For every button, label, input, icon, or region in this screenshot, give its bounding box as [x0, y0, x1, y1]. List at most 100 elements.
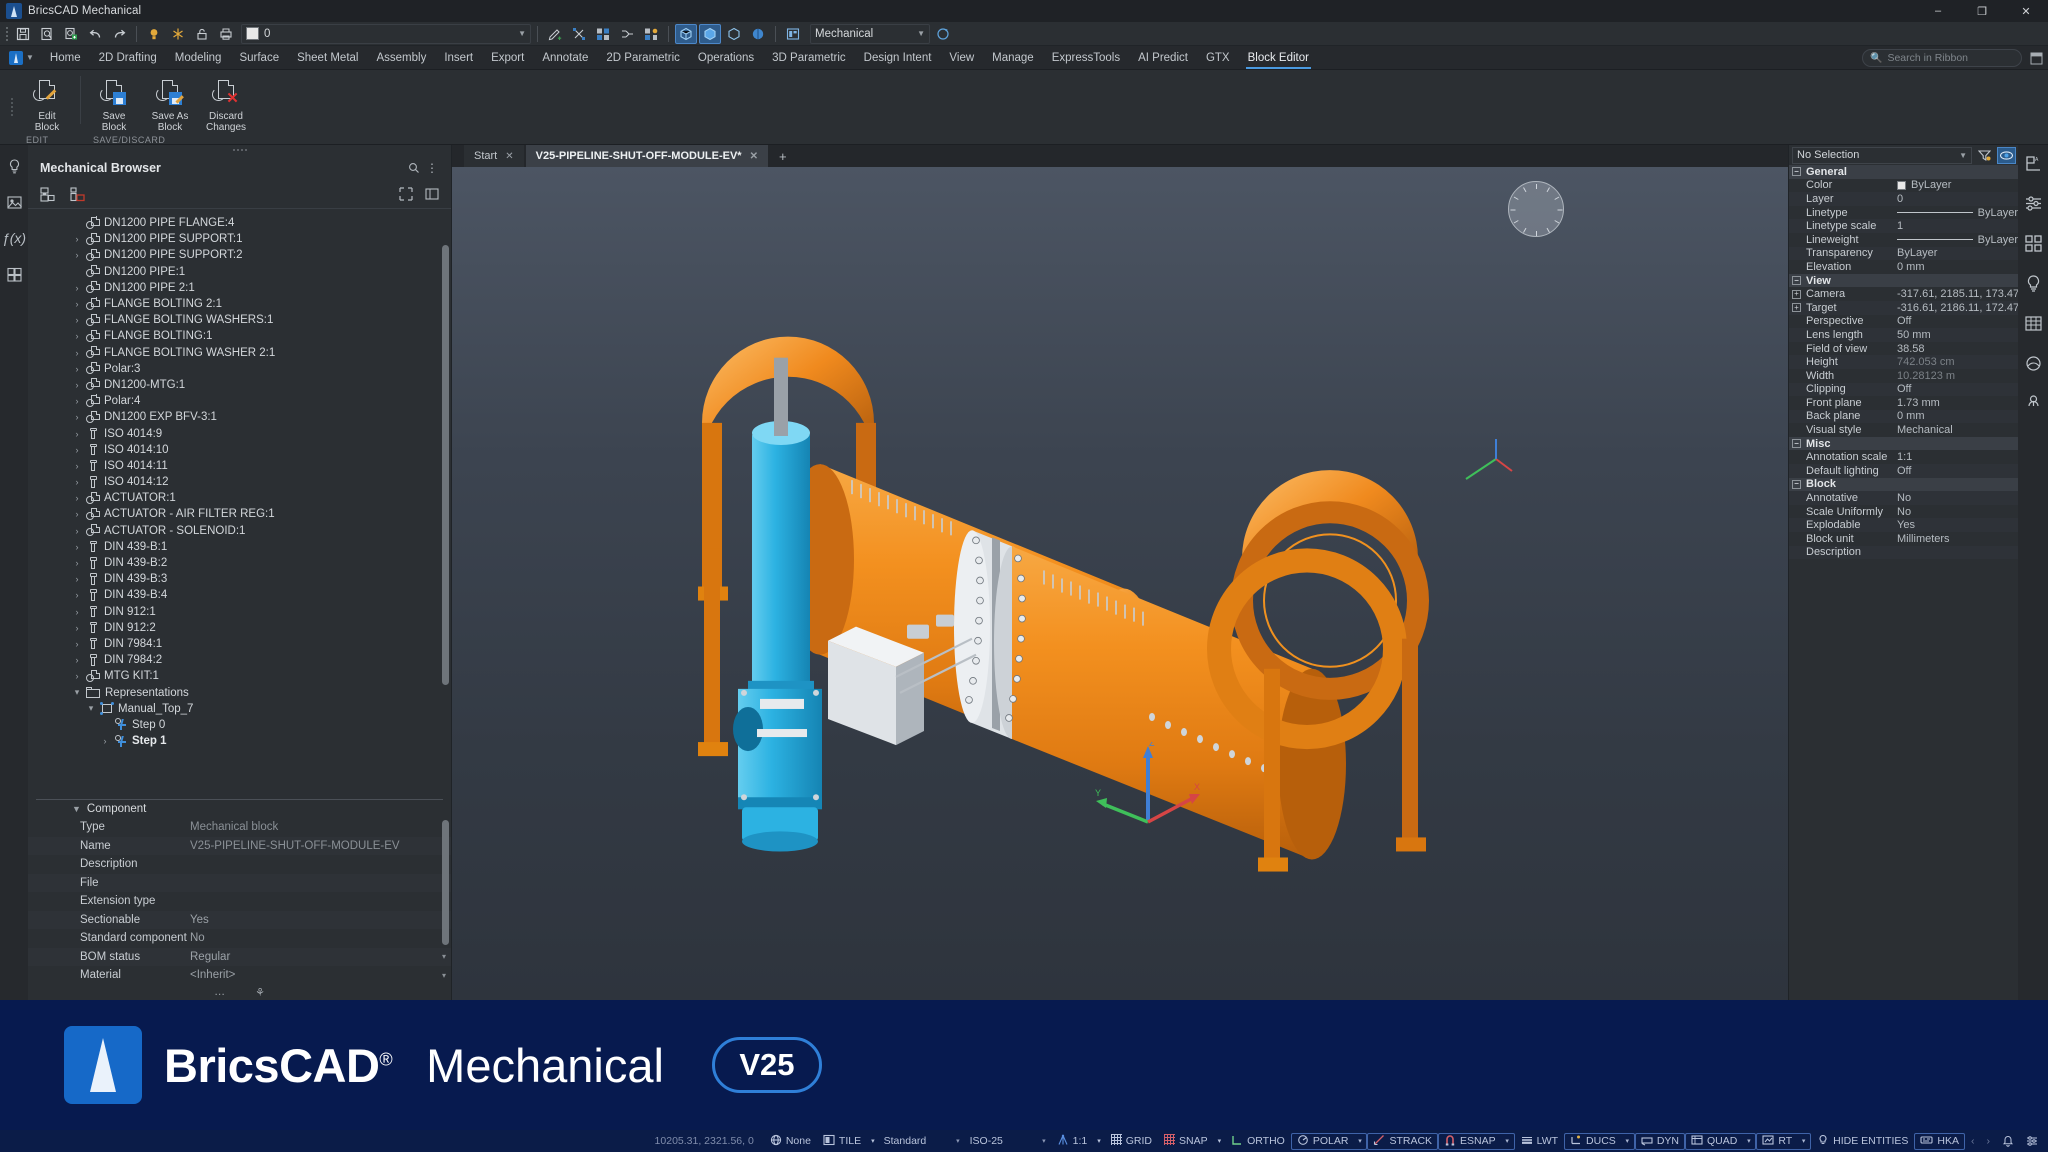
property-row[interactable]: Perspective Off [1789, 315, 2018, 329]
status-item-tile[interactable]: TILE ▾ [817, 1133, 879, 1150]
status-item-standard[interactable]: Standard ▾ [879, 1133, 965, 1150]
publish-icon[interactable] [60, 24, 82, 44]
status-coordinates[interactable]: 10205.31, 2321.56, 0 [645, 1135, 764, 1147]
chevron-down-icon[interactable]: ▾ [956, 1137, 960, 1145]
status-item-dyn[interactable]: DYN [1634, 1132, 1685, 1150]
chevron-right-icon[interactable]: › [72, 509, 82, 519]
ribbon-tab-assembly[interactable]: Assembly [367, 46, 435, 69]
property-value[interactable]: Millimeters [1893, 533, 2018, 545]
chevron-down-icon[interactable]: ▾ [1093, 1133, 1105, 1150]
tree-item[interactable]: › DN1200 EXP BFV-3:1 [28, 409, 451, 425]
chevron-right-icon[interactable]: › [72, 283, 82, 293]
status-item-iso-25[interactable]: ISO-25 ▾ [965, 1133, 1051, 1150]
tree-item[interactable]: › DN1200-MTG:1 [28, 377, 451, 393]
ribbon-minimize-button[interactable] [2028, 50, 2044, 66]
chevron-right-icon[interactable]: › [72, 234, 82, 244]
property-value[interactable]: Mechanical [1893, 424, 2018, 436]
property-row[interactable]: Field of view 38.58 [1789, 342, 2018, 356]
collapse-icon[interactable]: − [1792, 167, 1801, 177]
status-item-strack[interactable]: STRACK [1367, 1132, 1439, 1150]
workspace-icon[interactable] [782, 24, 804, 44]
ribbon-tab-operations[interactable]: Operations [689, 46, 763, 69]
tree-scrollbar[interactable] [442, 245, 449, 685]
workspace-selector[interactable]: Mechanical ▼ [810, 23, 930, 44]
chevron-down-icon[interactable]: ▾ [1042, 1137, 1046, 1145]
ribbon-tab-sheet-metal[interactable]: Sheet Metal [288, 46, 367, 69]
new-document-tab-button[interactable]: + [770, 145, 796, 167]
toolbar-grip[interactable] [4, 26, 10, 42]
settings-sliders-icon[interactable] [2021, 191, 2045, 215]
component-property-row[interactable]: SectionableYes▾ [28, 910, 451, 929]
tree-item[interactable]: › DIN 439-B:3 [28, 571, 451, 587]
chevron-right-icon[interactable]: › [72, 671, 82, 681]
save-icon[interactable] [12, 24, 34, 44]
selection-dropdown[interactable]: No Selection ▼ [1792, 146, 1972, 164]
property-group-view[interactable]: − View [1789, 273, 2018, 288]
chevron-right-icon[interactable]: › [72, 429, 82, 439]
tree-item[interactable]: › ACTUATOR:1 [28, 490, 451, 506]
component-property-row[interactable]: File [28, 873, 451, 892]
tree-item[interactable]: › DN1200 PIPE 2:1 [28, 280, 451, 296]
property-value[interactable]: 1:1 [1893, 451, 2018, 463]
close-button[interactable]: ✕ [2004, 0, 2048, 22]
discard-changes-button[interactable]: ✕ Discard Changes [199, 76, 253, 135]
view-render-icon[interactable] [747, 24, 769, 44]
chevron-right-icon[interactable]: › [72, 380, 82, 390]
plot-layer-icon[interactable] [215, 24, 237, 44]
property-value[interactable]: 0 mm [1893, 261, 2018, 273]
ribbon-search-box[interactable]: 🔍 Search in Ribbon [1862, 49, 2022, 67]
ribbon-tab-2d-parametric[interactable]: 2D Parametric [597, 46, 689, 69]
properties-list[interactable]: − General Color ByLayer Layer 0 Linetype ByLaye… [1789, 165, 2018, 560]
ribbon-tab-modeling[interactable]: Modeling [166, 46, 231, 69]
ribbon-tab-annotate[interactable]: Annotate [533, 46, 597, 69]
chevron-down-icon[interactable]: ▾ [1353, 1132, 1368, 1150]
collapse-icon[interactable]: − [1792, 439, 1801, 449]
tree-item[interactable]: › ISO 4014:10 [28, 442, 451, 458]
ribbon-tab-surface[interactable]: Surface [230, 46, 288, 69]
tree-item[interactable]: › FLANGE BOLTING 2:1 [28, 296, 451, 312]
chevron-right-icon[interactable]: › [72, 412, 82, 422]
ribbon-tab-gtx[interactable]: GTX [1197, 46, 1239, 69]
chevron-right-icon[interactable]: › [72, 461, 82, 471]
property-row[interactable]: Lens length 50 mm [1789, 328, 2018, 342]
property-row[interactable]: Linetype ByLayer [1789, 206, 2018, 220]
property-group-block[interactable]: − Block [1789, 477, 2018, 492]
property-value[interactable]: 742.053 cm [1893, 356, 2018, 368]
property-row[interactable]: Layer 0 [1789, 192, 2018, 206]
chevron-right-icon[interactable]: › [72, 639, 82, 649]
tree-item[interactable]: › Polar:4 [28, 393, 451, 409]
tree-item[interactable]: › FLANGE BOLTING WASHER 2:1 [28, 345, 451, 361]
tree-item[interactable]: › DIN 912:2 [28, 620, 451, 636]
tree-item[interactable]: DN1200 PIPE FLANGE:4 [28, 215, 451, 231]
expand-icon[interactable]: + [1792, 303, 1801, 313]
tree-item[interactable]: › Step 1 [28, 733, 451, 749]
property-row[interactable]: Back plane 0 mm [1789, 409, 2018, 424]
chevron-right-icon[interactable]: › [72, 299, 82, 309]
chevron-down-icon[interactable]: ▾ [1500, 1132, 1515, 1150]
chevron-down-icon[interactable]: ▾ [86, 703, 96, 714]
chevron-right-icon[interactable]: › [72, 655, 82, 665]
chevron-down-icon[interactable]: ▾ [1797, 1132, 1812, 1150]
layer-merge-icon[interactable] [616, 24, 638, 44]
property-row[interactable]: + Target -316.61, 2186.11, 172.47 [1789, 300, 2018, 315]
sheet-metal-icon[interactable]: A [2021, 151, 2045, 175]
property-value[interactable]: 1 [1893, 220, 2018, 232]
status-item-ducs[interactable]: DUCS ▾ [1564, 1132, 1635, 1150]
chevron-right-icon[interactable]: › [72, 315, 82, 325]
status-item-polar[interactable]: POLAR ▾ [1290, 1132, 1368, 1150]
component-properties-header[interactable]: ▼ Component [28, 800, 451, 818]
property-value[interactable]: 0 [1893, 193, 2018, 205]
tree-item[interactable]: › FLANGE BOLTING WASHERS:1 [28, 312, 451, 328]
document-tab-active[interactable]: V25-PIPELINE-SHUT-OFF-MODULE-EV* ✕ [525, 145, 768, 167]
layer-tools-icon[interactable] [568, 24, 590, 44]
bell-icon[interactable] [1996, 1133, 2020, 1150]
tree-item[interactable]: › DIN 7984:1 [28, 636, 451, 652]
mechanical-browser-icon[interactable] [3, 263, 25, 285]
property-value[interactable]: ByLayer [1893, 247, 2018, 259]
ribbon-tab-expresstools[interactable]: ExpressTools [1043, 46, 1129, 69]
chevron-down-icon[interactable]: ▾ [1742, 1132, 1757, 1150]
chevron-down-icon[interactable]: ▾ [867, 1133, 879, 1150]
render-icon[interactable] [3, 191, 25, 213]
insert-component-icon[interactable] [40, 186, 58, 203]
property-row[interactable]: Annotation scale 1:1 [1789, 450, 2018, 464]
